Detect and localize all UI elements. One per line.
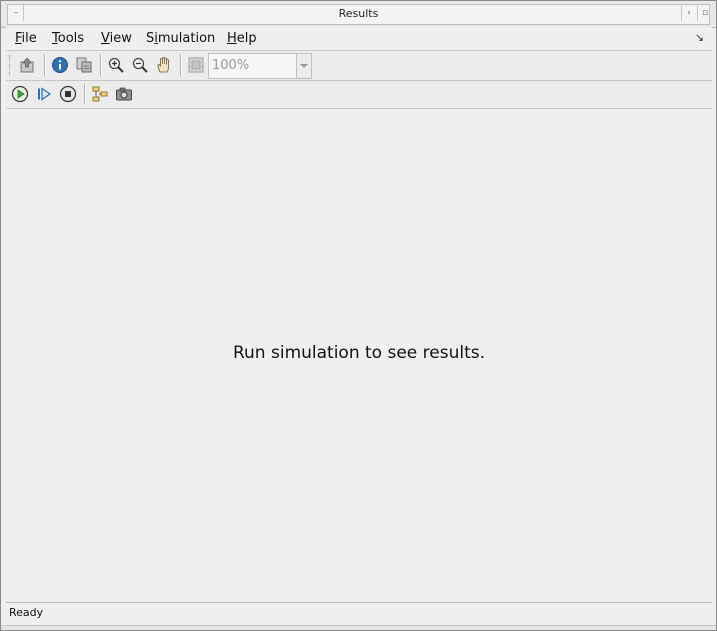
menubar: File Tools View Simulation Help ↘ — [6, 27, 712, 51]
shade-icon[interactable]: ‹ — [681, 5, 696, 21]
camera-icon[interactable] — [114, 84, 134, 104]
menu-simulation-label: mulation — [157, 31, 216, 46]
stop-icon[interactable] — [58, 84, 78, 104]
menu-view-mnemonic: V — [101, 31, 110, 46]
status-text: Ready — [9, 606, 44, 619]
export-icon[interactable] — [17, 55, 37, 75]
toolbar-main: 100% — [6, 51, 712, 81]
menu-tools-label: ools — [57, 31, 85, 46]
toolbar-grip[interactable] — [9, 55, 12, 75]
toolbar-simulation — [6, 81, 712, 109]
zoom-level-value: 100% — [212, 58, 250, 73]
info-icon[interactable] — [50, 55, 70, 75]
menu-simulation[interactable]: Simulation — [146, 31, 215, 46]
menu-help-label: elp — [236, 31, 257, 46]
status-bar: Ready — [6, 602, 712, 625]
menu-view[interactable]: View — [101, 31, 132, 46]
step-icon[interactable] — [34, 84, 54, 104]
copy-icon[interactable] — [74, 55, 94, 75]
zoom-out-icon[interactable] — [130, 55, 150, 75]
zoom-in-icon[interactable] — [106, 55, 126, 75]
empty-state-message: Run simulation to see results. — [232, 343, 486, 363]
maximize-icon[interactable]: ▫ — [697, 5, 712, 21]
fit-icon[interactable] — [186, 55, 206, 75]
toolbar-separator — [84, 84, 86, 104]
pan-hand-icon[interactable] — [154, 55, 174, 75]
menu-help[interactable]: Help — [227, 31, 257, 46]
menu-help-mnemonic: H — [227, 31, 237, 46]
menu-overflow-icon[interactable]: ↘ — [695, 31, 704, 44]
window-bottom-border[interactable] — [1, 625, 716, 630]
menu-view-label: iew — [109, 31, 132, 46]
toolbar-separator — [100, 54, 102, 76]
results-panel: Run simulation to see results. — [6, 109, 712, 601]
run-icon[interactable] — [10, 84, 30, 104]
toolbar-separator — [180, 54, 182, 76]
title-bar[interactable]: – Results ‹ ▫ — [1, 1, 716, 28]
window-title: Results — [338, 7, 379, 20]
network-icon[interactable] — [90, 84, 110, 104]
results-window: – Results ‹ ▫ File Tools View Simulation… — [0, 0, 717, 631]
menu-file[interactable]: File — [15, 31, 37, 46]
toolbar-separator — [44, 54, 46, 76]
menu-tools[interactable]: Tools — [52, 31, 84, 46]
zoom-level-combo[interactable]: 100% — [208, 53, 312, 79]
chevron-down-icon[interactable] — [296, 54, 311, 78]
menu-file-label: ile — [21, 31, 37, 46]
